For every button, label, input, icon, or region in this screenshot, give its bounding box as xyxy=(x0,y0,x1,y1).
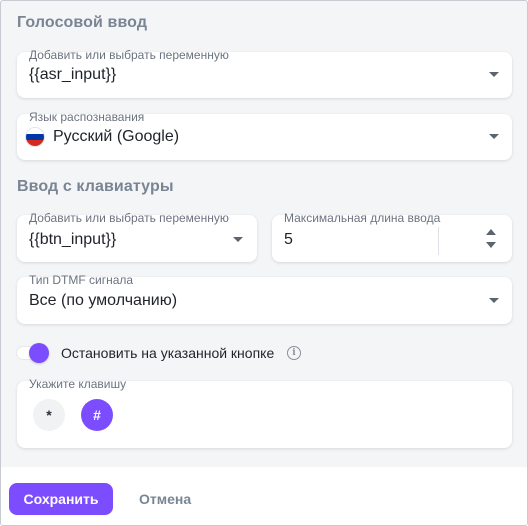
keyboard-input-title: Ввод с клавиатуры xyxy=(17,178,174,195)
btn-variable-select[interactable]: Добавить или выбрать переменную {{btn_in… xyxy=(17,211,257,262)
asr-variable-label: Добавить или выбрать переменную xyxy=(29,48,229,62)
save-button[interactable]: Сохранить xyxy=(9,483,113,515)
stepper-divider xyxy=(438,227,439,255)
stop-on-key-label: Остановить на указанной кнопке xyxy=(61,345,275,361)
russia-flag-icon xyxy=(25,127,45,147)
btn-variable-value: {{btn_input}} xyxy=(29,231,117,248)
recognition-language-label: Язык распознавания xyxy=(29,110,145,124)
dtmf-type-select[interactable]: Тип DTMF сигнала Все (по умолчанию) xyxy=(17,273,512,324)
voice-input-title: Голосовой ввод xyxy=(17,14,148,31)
dtmf-type-label: Тип DTMF сигнала xyxy=(29,273,134,287)
voice-input-settings-panel: Голосовой ввод Добавить или выбрать пере… xyxy=(0,0,528,526)
chevron-down-icon[interactable] xyxy=(233,237,243,242)
key-hash-button[interactable]: # xyxy=(81,399,113,431)
asr-variable-value: {{asr_input}} xyxy=(29,66,117,83)
decrement-arrow-icon[interactable] xyxy=(486,242,496,248)
cancel-button[interactable]: Отмена xyxy=(125,483,205,515)
footer-bar: Сохранить Отмена xyxy=(1,467,527,525)
chevron-down-icon[interactable] xyxy=(489,298,499,303)
chevron-down-icon[interactable] xyxy=(489,72,499,77)
max-length-value: 5 xyxy=(284,231,293,248)
stop-on-key-toggle-knob[interactable] xyxy=(29,343,49,363)
max-length-label: Максимальная длина ввода xyxy=(284,211,441,225)
recognition-language-select[interactable]: Язык распознавания Русский (Google) xyxy=(17,110,512,160)
info-icon[interactable]: i xyxy=(287,346,301,360)
key-picker-label: Укажите клавишу xyxy=(29,377,127,391)
chevron-down-icon[interactable] xyxy=(489,134,499,139)
btn-variable-label: Добавить или выбрать переменную xyxy=(29,211,229,225)
max-length-input[interactable]: Максимальная длина ввода 5 xyxy=(272,211,512,262)
key-star-button[interactable]: * xyxy=(33,399,65,431)
asr-variable-select[interactable]: Добавить или выбрать переменную {{asr_in… xyxy=(17,48,512,98)
increment-arrow-icon[interactable] xyxy=(486,229,496,235)
dtmf-type-value: Все (по умолчанию) xyxy=(29,292,178,309)
recognition-language-value: Русский (Google) xyxy=(53,128,180,145)
